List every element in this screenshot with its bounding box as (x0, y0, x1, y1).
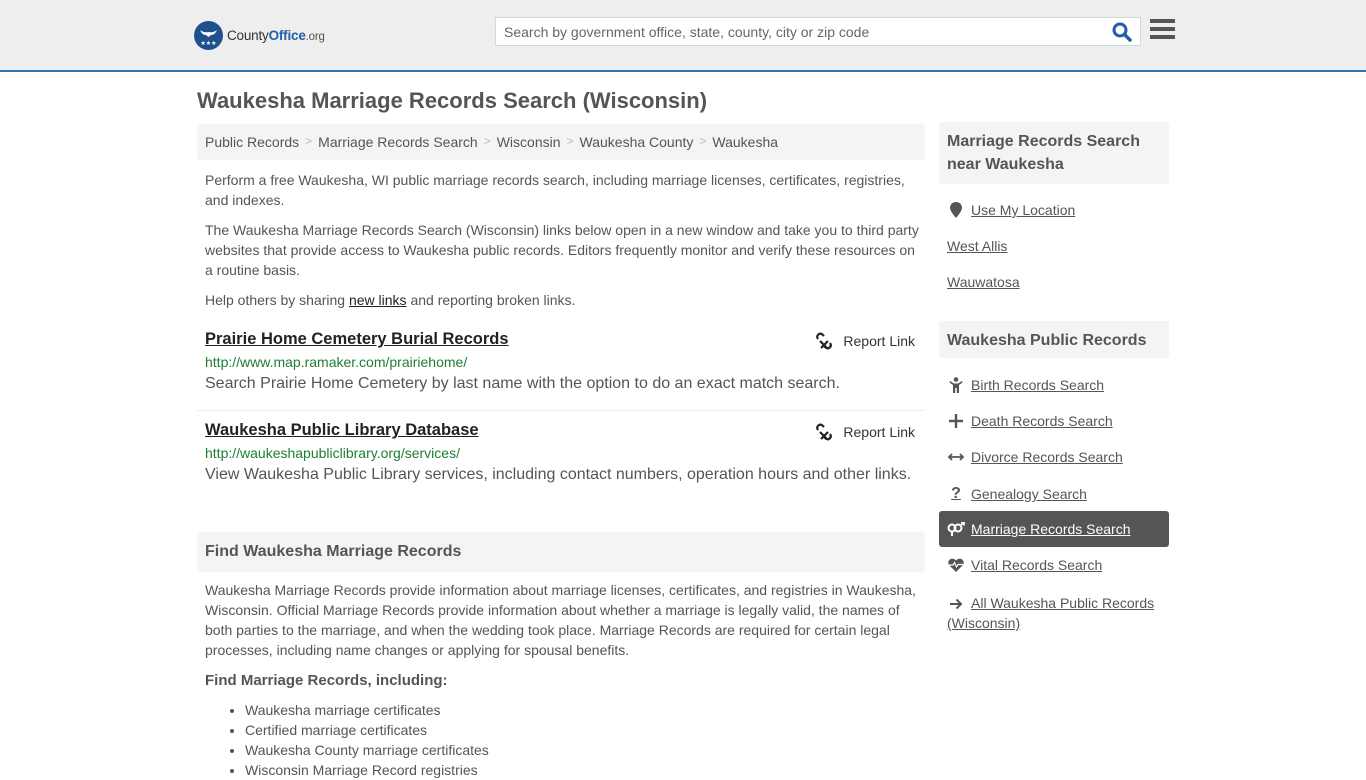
report-link-button[interactable]: Report Link (815, 423, 915, 441)
sidebar-item-genealogy[interactable]: ? Genealogy Search (947, 485, 1087, 503)
broken-link-icon (816, 423, 833, 441)
result-url-link[interactable]: http://www.map.ramaker.com/prairiehome/ (205, 354, 917, 370)
intro-text: Perform a free Waukesha, WI public marri… (205, 170, 920, 320)
svg-text:★★★: ★★★ (200, 40, 216, 47)
list-item: Certified marriage certificates (245, 720, 489, 740)
logo-eagle-icon: ★★★ (194, 21, 223, 50)
breadcrumb-separator: > (699, 134, 707, 148)
menu-bar-icon (1150, 19, 1175, 23)
breadcrumb-waukesha[interactable]: Waukesha (712, 134, 778, 150)
intro-paragraph-2: The Waukesha Marriage Records Search (Wi… (205, 222, 919, 278)
public-records-heading: Waukesha Public Records (939, 321, 1169, 358)
arrow-right-icon (947, 598, 965, 610)
nearby-city-wauwatosa[interactable]: Wauwatosa (947, 274, 1020, 290)
search-icon (1112, 22, 1132, 42)
list-item: Wisconsin Marriage Record registries (245, 760, 489, 780)
sidebar-item-death-records[interactable]: Death Records Search (947, 413, 1113, 429)
result-url-link[interactable]: http://waukeshapubliclibrary.org/service… (205, 445, 917, 461)
nearby-city-west-allis[interactable]: West Allis (947, 238, 1007, 254)
breadcrumb-marriage-records[interactable]: Marriage Records Search (318, 134, 478, 150)
use-my-location-link[interactable]: Use My Location (947, 202, 1075, 218)
search-bar (495, 17, 1141, 46)
find-section-heading: Find Waukesha Marriage Records (197, 532, 925, 572)
logo-text: CountyOffice.org (227, 28, 325, 43)
breadcrumb-public-records[interactable]: Public Records (205, 134, 299, 150)
intro-paragraph-3: Help others by sharing new links and rep… (205, 292, 576, 308)
heartbeat-icon (947, 558, 965, 572)
menu-bar-icon (1150, 35, 1175, 39)
result-title-link[interactable]: Prairie Home Cemetery Burial Records (205, 330, 509, 348)
result-divider (197, 410, 925, 411)
site-header: ★★★ CountyOffice.org (0, 0, 1366, 72)
hamburger-menu-button[interactable] (1150, 19, 1175, 41)
gender-symbols-icon (947, 522, 965, 536)
result-item: Waukesha Public Library Database http://… (197, 421, 925, 484)
sidebar-item-all-public-records[interactable]: All Waukesha Public Records (Wisconsin) (947, 593, 1167, 633)
broken-link-icon (816, 332, 833, 350)
breadcrumb-wisconsin[interactable]: Wisconsin (497, 134, 561, 150)
sidebar-item-vital-records[interactable]: Vital Records Search (947, 557, 1102, 573)
intro-paragraph-1: Perform a free Waukesha, WI public marri… (205, 172, 905, 208)
find-section-body: Waukesha Marriage Records provide inform… (205, 582, 916, 658)
sidebar-item-birth-records[interactable]: Birth Records Search (947, 377, 1104, 393)
result-description: Search Prairie Home Cemetery by last nam… (205, 375, 840, 392)
list-item: Waukesha marriage certificates (245, 700, 489, 720)
question-icon: ? (951, 485, 961, 502)
nearby-heading: Marriage Records Search near Waukesha (939, 122, 1169, 184)
breadcrumb-separator: > (566, 134, 574, 148)
sidebar-item-marriage-records[interactable]: Marriage Records Search (947, 521, 1131, 537)
new-links-link[interactable]: new links (349, 292, 407, 308)
breadcrumb-separator: > (483, 134, 491, 148)
breadcrumb-separator: > (305, 134, 313, 148)
search-button[interactable] (1112, 22, 1134, 42)
list-item: Waukesha County marriage certificates (245, 740, 489, 760)
child-icon (947, 377, 965, 393)
map-marker-icon (947, 202, 965, 218)
cross-icon (947, 414, 965, 428)
breadcrumb: Public Records > Marriage Records Search… (197, 124, 925, 160)
arrows-horizontal-icon (947, 452, 965, 462)
search-input[interactable] (496, 18, 1096, 45)
logo-link[interactable]: ★★★ CountyOffice.org (194, 21, 325, 50)
sidebar-item-divorce-records[interactable]: Divorce Records Search (947, 449, 1123, 465)
result-title-link[interactable]: Waukesha Public Library Database (205, 421, 479, 439)
page-title: Waukesha Marriage Records Search (Wiscon… (197, 88, 708, 113)
result-item: Prairie Home Cemetery Burial Records htt… (197, 330, 925, 393)
find-section-subheading: Find Marriage Records, including: (205, 672, 448, 689)
menu-bar-icon (1150, 27, 1175, 31)
breadcrumb-waukesha-county[interactable]: Waukesha County (580, 134, 694, 150)
report-link-button[interactable]: Report Link (815, 332, 915, 350)
find-records-list: Waukesha marriage certificates Certified… (245, 700, 489, 780)
result-description: View Waukesha Public Library services, i… (205, 466, 912, 483)
